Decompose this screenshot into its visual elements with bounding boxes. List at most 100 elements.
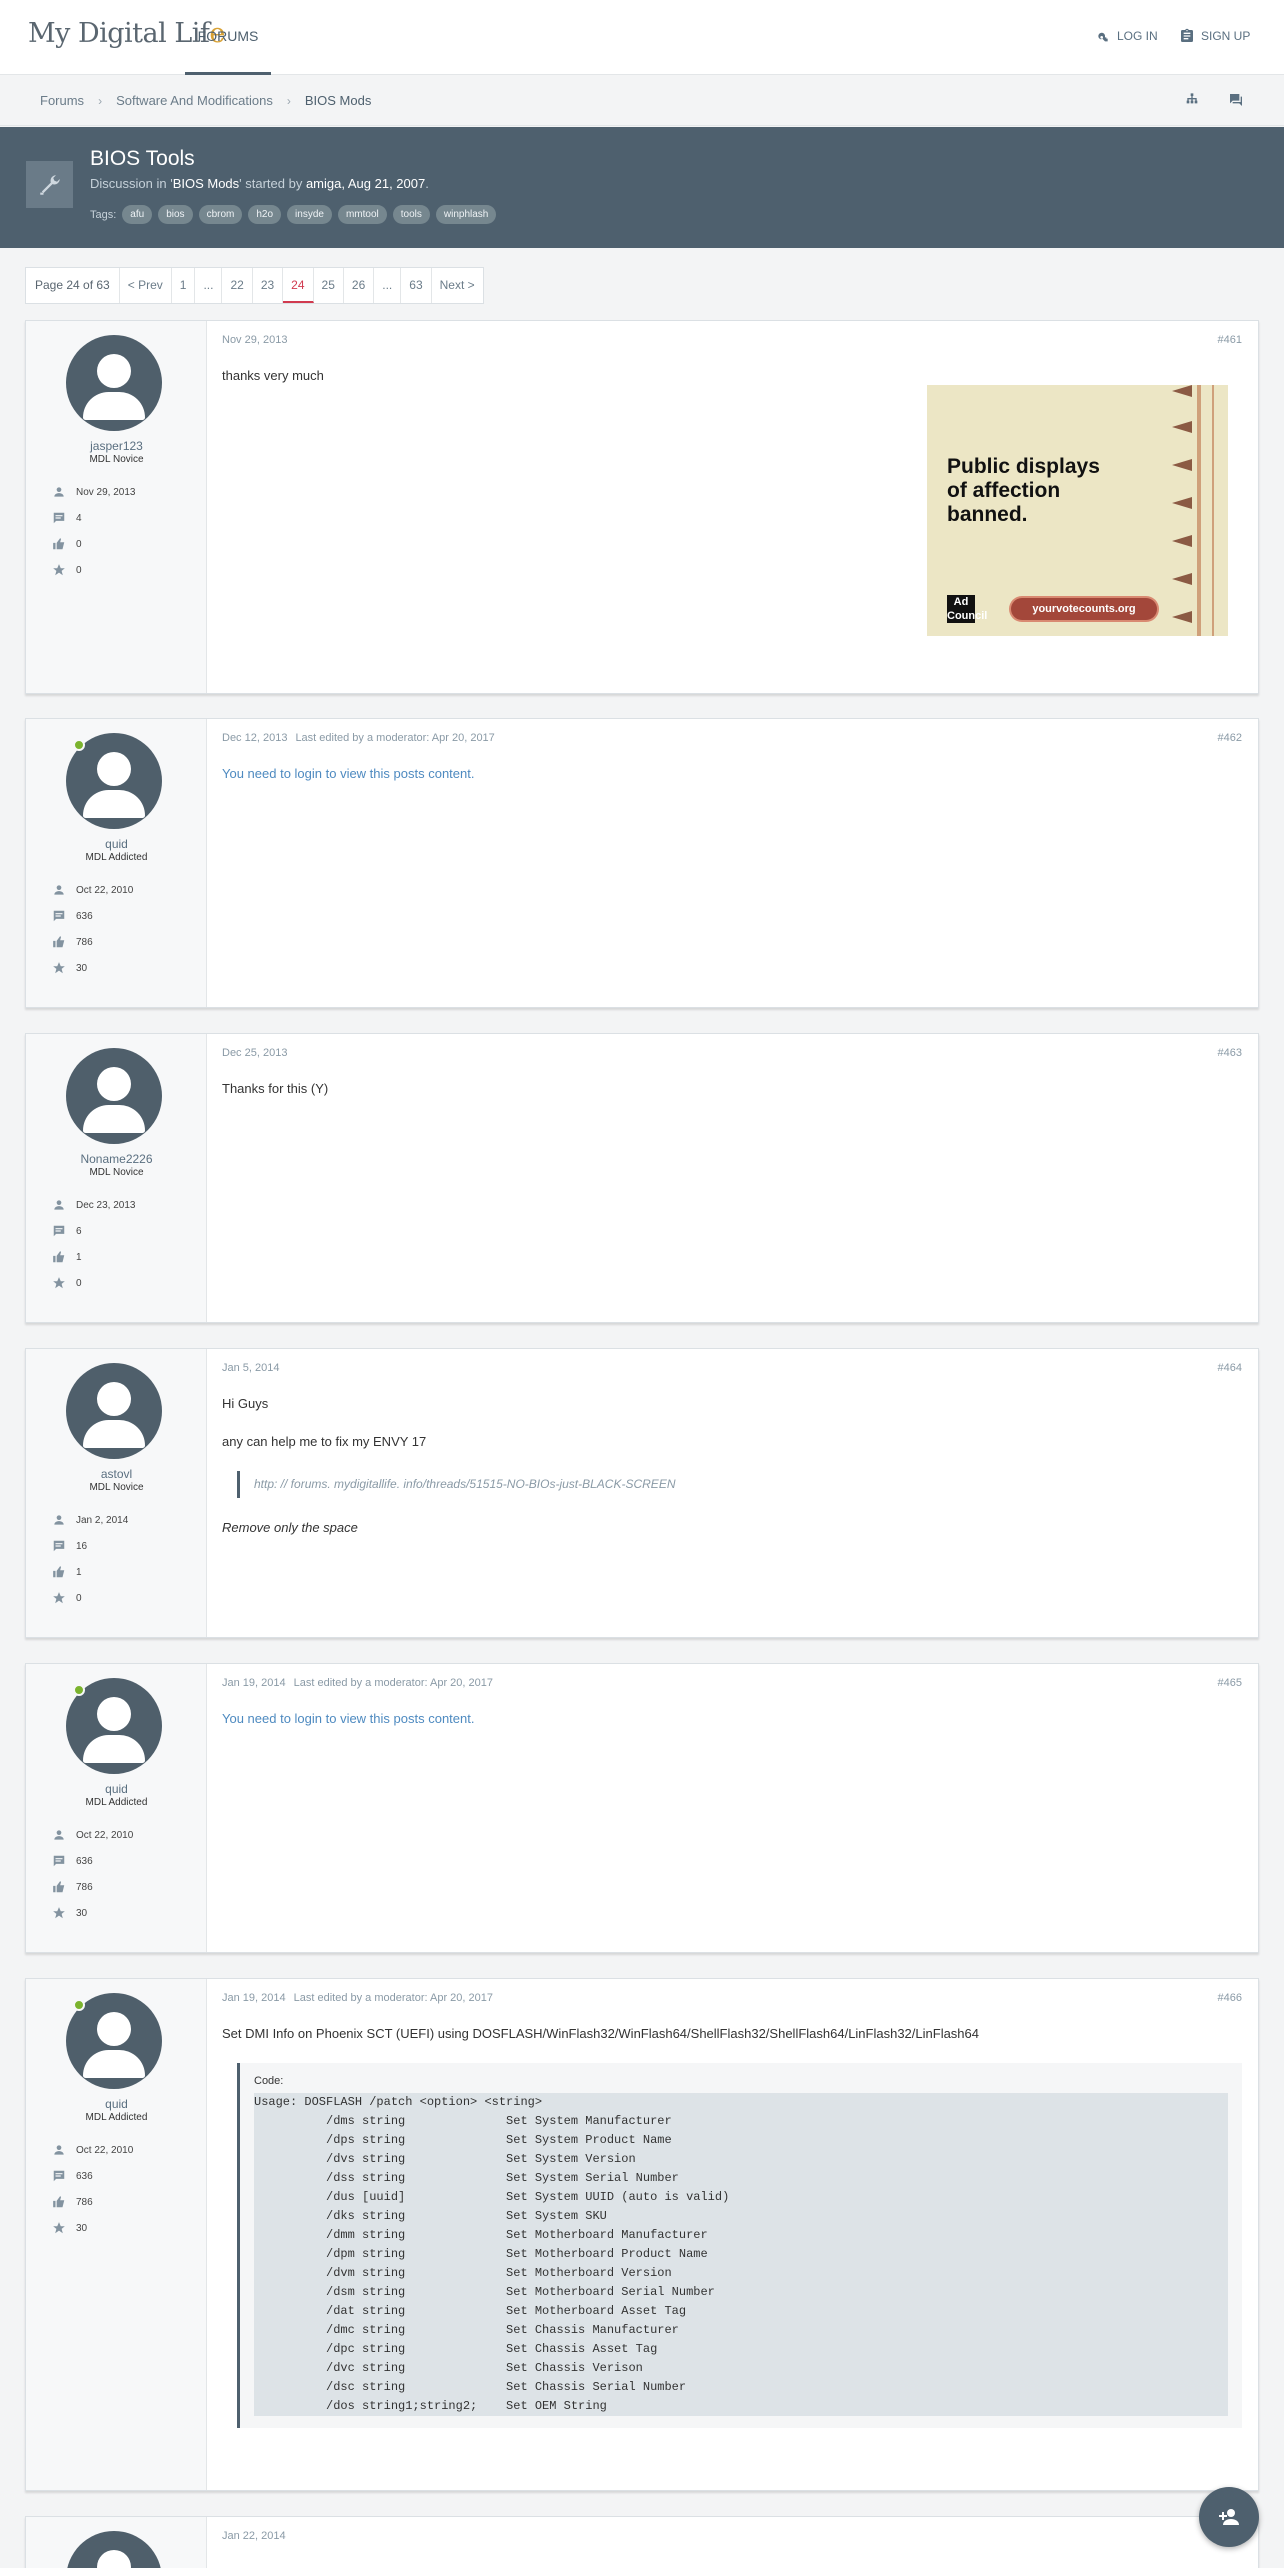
message-count: 16 [76, 1540, 88, 1552]
page-link[interactable]: 1 [172, 268, 196, 303]
post-date[interactable]: Nov 29, 2013 [222, 334, 287, 346]
avatar[interactable] [66, 2531, 162, 2568]
page-link[interactable]: 63 [401, 268, 432, 303]
current-page[interactable]: 24 [283, 268, 314, 303]
author-link[interactable]: amiga [306, 176, 341, 191]
pagination: Page 24 of 63 < Prev 1 ... 22 23 24 25 2… [25, 267, 484, 304]
ad-url-button[interactable]: yourvotecounts.org [1011, 598, 1157, 620]
page-link[interactable]: 22 [222, 268, 253, 303]
thumbs-up-icon [53, 1251, 65, 1263]
post: quid MDL Addicted Oct 22, 2010 636 786 3… [25, 1978, 1259, 2491]
page-indicator[interactable]: Page 24 of 63 [26, 268, 120, 303]
prev-page-button[interactable]: < Prev [120, 268, 172, 303]
user-role: MDL Addicted [85, 852, 148, 863]
signup-link[interactable]: SIGN UP [1179, 28, 1250, 44]
chat-icon[interactable] [1228, 92, 1244, 108]
user-stats: Dec 23, 2013 6 1 0 [52, 1192, 136, 1296]
advertisement[interactable]: Public displays of affection banned. Ad Co… [927, 385, 1228, 636]
username[interactable]: quid [26, 1782, 207, 1796]
post-text: Remove only the space [222, 1520, 358, 1535]
tag[interactable]: insyde [287, 205, 332, 224]
post-number[interactable]: #465 [1218, 1677, 1242, 1689]
points-count: 0 [76, 564, 82, 576]
post-author-sidebar: Noname2226 MDL Novice Dec 23, 2013 6 1 0 [26, 1034, 207, 1322]
points-count: 30 [76, 962, 88, 974]
page-link[interactable]: 23 [253, 268, 284, 303]
message-count: 636 [76, 2170, 93, 2182]
post-number[interactable]: #461 [1218, 334, 1242, 346]
post-author-sidebar [26, 2517, 207, 2568]
tag[interactable]: tools [392, 205, 430, 224]
username[interactable]: quid [26, 2097, 207, 2111]
username[interactable]: quid [26, 837, 207, 851]
post-body: Jan 5, 2014 #464 Hi Guys any can help me… [222, 1349, 1242, 1637]
message-count: 636 [76, 910, 93, 922]
tag[interactable]: cbrom [198, 205, 243, 224]
post: quid MDL Addicted Oct 22, 2010 636 786 3… [25, 718, 1259, 1008]
post-number[interactable]: #466 [1218, 1992, 1242, 2004]
joined-date: Oct 22, 2010 [76, 1829, 134, 1841]
sitemap-icon[interactable] [1184, 92, 1200, 108]
user-stats: Oct 22, 2010 636 786 30 [52, 1822, 133, 1926]
login-required-link[interactable]: You need to login to view this posts con… [222, 1710, 1242, 1727]
code-content[interactable]: Usage: DOSFLASH /patch <option> <string>… [254, 2093, 1228, 2416]
post-content: You need to login to view this posts con… [222, 765, 1242, 803]
points-count: 30 [76, 1907, 88, 1919]
username[interactable]: Noname2226 [26, 1152, 207, 1166]
post-author-sidebar: quid MDL Addicted Oct 22, 2010 636 786 3… [26, 1664, 207, 1952]
avatar[interactable] [66, 335, 162, 431]
post-date[interactable]: Dec 12, 2013 [222, 732, 287, 744]
post-date[interactable]: Jan 19, 2014 [222, 1992, 286, 2004]
tag[interactable]: afu [122, 205, 153, 224]
add-user-button[interactable] [1199, 2487, 1259, 2547]
message-count: 6 [76, 1225, 82, 1237]
edit-note: Last edited by a moderator: Apr 20, 2017 [293, 1677, 493, 1689]
post-date[interactable]: Dec 25, 2013 [222, 1047, 287, 1059]
points-count: 0 [76, 1592, 82, 1604]
post-date[interactable]: Jan 19, 2014 [222, 1677, 286, 1689]
thumbs-up-icon [53, 1566, 65, 1578]
login-link[interactable]: LOG IN [1095, 28, 1158, 44]
points-count: 30 [76, 2222, 88, 2234]
message-icon [53, 512, 65, 524]
breadcrumb-software[interactable]: Software And Modifications [116, 93, 273, 108]
user-icon [54, 885, 64, 895]
clipboard-icon [1181, 28, 1193, 42]
tag[interactable]: mmtool [337, 205, 387, 224]
avatar[interactable] [66, 1363, 162, 1459]
login-required-link[interactable]: You need to login to view this posts con… [222, 765, 1242, 782]
post-content: Thanks for this (Y) [222, 1080, 1242, 1118]
page-link[interactable]: 25 [314, 268, 344, 303]
post: astovl MDL Novice Jan 2, 2014 16 1 0 Jan… [25, 1348, 1259, 1638]
likes-count: 786 [76, 936, 93, 948]
forum-link[interactable]: BIOS Mods [173, 176, 239, 191]
page-ellipsis[interactable]: ... [374, 268, 402, 303]
next-page-button[interactable]: Next > [432, 268, 483, 303]
code-label: Code: [254, 2075, 284, 2087]
post-author-sidebar: quid MDL Addicted Oct 22, 2010 636 786 3… [26, 1979, 207, 2490]
tag[interactable]: winphlash [435, 205, 497, 224]
post-number[interactable]: #463 [1218, 1047, 1242, 1059]
post-date[interactable]: Jan 22, 2014 [222, 2530, 286, 2542]
post-text: thanks very much [222, 368, 324, 383]
breadcrumb-bios-mods[interactable]: BIOS Mods [305, 93, 371, 108]
username[interactable]: astovl [26, 1467, 207, 1481]
message-icon [53, 1855, 65, 1867]
joined-date: Oct 22, 2010 [76, 2144, 134, 2156]
post-number[interactable]: #462 [1218, 732, 1242, 744]
username[interactable]: jasper123 [26, 439, 207, 453]
post-body: Jan 22, 2014 [222, 2517, 1242, 2568]
likes-count: 786 [76, 1881, 93, 1893]
thread-header: BIOS Tools Discussion in 'BIOS Mods' sta… [0, 127, 1284, 248]
post-number[interactable]: #464 [1218, 1362, 1242, 1374]
tag[interactable]: h2o [248, 205, 282, 224]
nav-tab-forums[interactable]: FORUMS [185, 0, 271, 75]
page-link[interactable]: 26 [344, 268, 375, 303]
avatar[interactable] [66, 1048, 162, 1144]
ad-headline: Public displays of affection banned. [947, 455, 1100, 526]
tag[interactable]: bios [158, 205, 193, 224]
breadcrumb-forums[interactable]: Forums [40, 93, 84, 108]
post-date[interactable]: Jan 5, 2014 [222, 1362, 280, 1374]
online-indicator [73, 1684, 85, 1696]
page-ellipsis[interactable]: ... [195, 268, 223, 303]
